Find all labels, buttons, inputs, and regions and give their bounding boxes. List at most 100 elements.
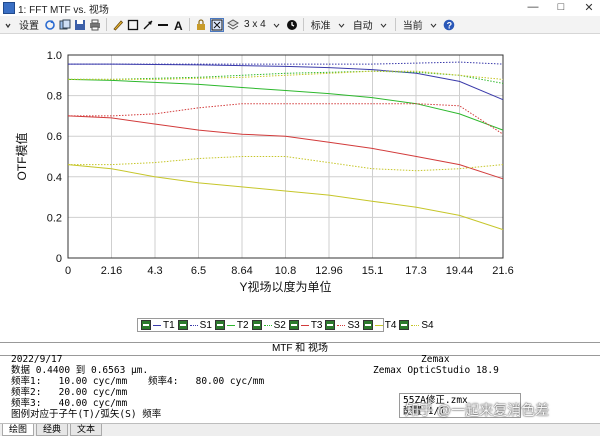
- x-tick-label: 12.96: [315, 265, 343, 277]
- x-tick-label: 4.3: [147, 265, 162, 277]
- text-icon[interactable]: A: [172, 18, 184, 32]
- maximize-button[interactable]: □: [554, 1, 568, 14]
- legend-item: T1: [141, 320, 175, 331]
- lock-icon[interactable]: [195, 18, 207, 32]
- legend-toggle-icon[interactable]: [214, 320, 225, 330]
- timer-icon[interactable]: [286, 18, 298, 32]
- pencil-icon[interactable]: [112, 18, 124, 32]
- legend-line-swatch: [153, 324, 161, 326]
- y-tick-label: 0.8: [47, 91, 62, 103]
- y-tick-label: 0.2: [47, 212, 62, 224]
- svg-text:A: A: [174, 19, 183, 31]
- refresh-icon[interactable]: [44, 18, 56, 32]
- freq4-text: 频率4: 80.00 cyc/mm: [148, 376, 265, 387]
- legend-label: T4: [384, 319, 397, 331]
- window-title: 1: FFT MTF vs. 视场: [18, 4, 109, 16]
- x-tick-label: 0: [65, 265, 71, 277]
- x-tick-label: 10.8: [275, 265, 296, 277]
- print-icon[interactable]: [89, 18, 101, 32]
- legend-item: T3: [288, 319, 323, 331]
- close-button[interactable]: ✕: [582, 1, 596, 14]
- legend-label: S1: [199, 319, 212, 331]
- legend-item: S4: [399, 320, 434, 331]
- title-bar: 1: FFT MTF vs. 视场 — □ ✕: [0, 0, 600, 17]
- legend-toggle-icon[interactable]: [177, 320, 188, 330]
- y-tick-label: 0.6: [47, 131, 62, 143]
- x-tick-label: 17.3: [405, 265, 426, 277]
- minimize-button[interactable]: —: [526, 1, 540, 14]
- legend-toggle-icon[interactable]: [399, 320, 410, 330]
- legend-toggle-icon[interactable]: [288, 320, 299, 330]
- mtf-plot: 0 2.16 4.3 6.5 8.64 10.8 12.96 15.1 17.3 19.44 21.…: [0, 35, 600, 342]
- svg-text:?: ?: [446, 20, 452, 30]
- settings-button[interactable]: 设置: [17, 18, 41, 32]
- product-text: Zemax OpticStudio 18.9: [373, 365, 499, 376]
- legend-line-swatch: [300, 324, 309, 326]
- tab-text[interactable]: 文本: [70, 424, 103, 436]
- x-tick-label: 6.5: [191, 265, 206, 277]
- x-tick-label: 19.44: [446, 265, 474, 277]
- settings-chevron-icon[interactable]: [2, 18, 14, 32]
- help-icon[interactable]: ?: [443, 18, 455, 32]
- layout-chevron-icon[interactable]: [271, 18, 283, 32]
- legend-item: S1: [177, 319, 212, 331]
- line-icon[interactable]: [157, 18, 169, 32]
- info-header: MTF 和 视场: [0, 342, 600, 356]
- legend-item: T2: [214, 319, 249, 331]
- y-tick-label: 0.4: [47, 172, 62, 184]
- tab-classic[interactable]: 经典: [36, 424, 69, 436]
- clone-icon[interactable]: [59, 18, 71, 32]
- rectangle-icon[interactable]: [127, 18, 139, 32]
- legend-label: T1: [163, 319, 175, 331]
- mtf-chart: 0 2.16 4.3 6.5 8.64 10.8 12.96 15.1 17.3 19.44 21.…: [14, 50, 514, 294]
- legend-line-swatch: [374, 324, 383, 326]
- legend-line-swatch: [337, 324, 346, 326]
- vendor-text: Zemax: [421, 354, 450, 365]
- layers-icon[interactable]: [227, 18, 239, 32]
- arrow-icon[interactable]: [142, 18, 154, 32]
- x-axis-label: Y视场以度为单位: [239, 279, 331, 294]
- y-tick-label: 1.0: [47, 50, 62, 62]
- toolbar-separator: [302, 18, 304, 31]
- x-tick-label: 21.6: [492, 265, 513, 277]
- x-tick-label: 15.1: [362, 265, 383, 277]
- app-icon: [3, 2, 15, 14]
- save-icon[interactable]: [74, 18, 86, 32]
- window-controls: — □ ✕: [526, 1, 596, 14]
- toolbar-separator: [189, 18, 190, 31]
- chart-legend: T1 S1 T2 S2 T3 S3 T4 S4: [137, 318, 434, 332]
- current-chevron-icon[interactable]: [428, 18, 440, 32]
- legend-item: S2: [251, 320, 286, 331]
- x-tick-label: 2.16: [101, 265, 122, 277]
- legend-label: T3: [310, 319, 323, 331]
- freq2-text: 频率2: 20.00 cyc/mm: [11, 387, 128, 398]
- tab-plot[interactable]: 绘图: [2, 424, 35, 436]
- legend-label: T2: [236, 319, 249, 331]
- legend-item: T4: [362, 319, 397, 331]
- legend-label: S3: [347, 319, 360, 331]
- legend-line-swatch: [411, 324, 420, 326]
- legend-note-text: 图例对应于子午(T)/弧矢(S) 频率: [11, 409, 162, 420]
- standard-chevron-icon[interactable]: [336, 18, 348, 32]
- toolbar: 设置 A 3 x 4 标准 自动 当前 ?: [0, 16, 600, 34]
- fit-window-icon[interactable]: [210, 17, 224, 32]
- auto-dropdown[interactable]: 自动: [351, 18, 375, 32]
- view-tabs: 绘图 经典 文本: [0, 423, 600, 436]
- toolbar-separator: [106, 18, 107, 31]
- current-dropdown[interactable]: 当前: [401, 18, 425, 32]
- toolbar-separator: [394, 18, 396, 31]
- legend-toggle-icon[interactable]: [251, 320, 262, 330]
- freq1-text: 频率1: 10.00 cyc/mm: [11, 376, 128, 387]
- auto-chevron-icon[interactable]: [378, 18, 390, 32]
- legend-toggle-icon[interactable]: [362, 320, 373, 330]
- watermark: 知乎 @一起来复消色差: [405, 402, 550, 418]
- layout-dropdown[interactable]: 3 x 4: [242, 18, 268, 32]
- legend-toggle-icon[interactable]: [141, 320, 151, 330]
- legend-line-swatch: [263, 324, 272, 326]
- date-text: 2022/9/17: [11, 354, 63, 365]
- standard-dropdown[interactable]: 标准: [309, 18, 333, 32]
- x-tick-label: 8.64: [231, 265, 252, 277]
- legend-item: S3: [325, 319, 360, 331]
- legend-toggle-icon[interactable]: [325, 320, 336, 330]
- y-tick-label: 0: [56, 253, 62, 265]
